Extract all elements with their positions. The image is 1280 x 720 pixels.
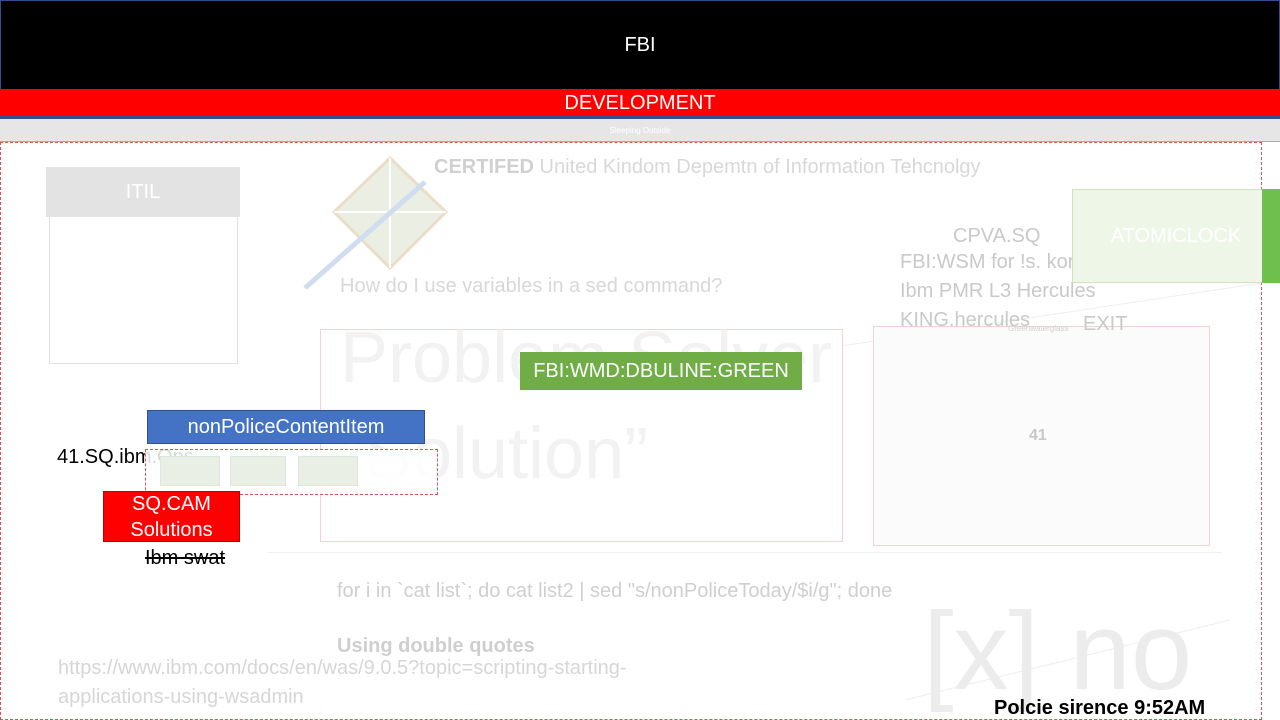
sed-question: How do I use variables in a sed command?: [340, 275, 723, 297]
thumbnail[interactable]: [298, 456, 358, 486]
sqcam-solutions-label: SQ.CAM Solutions: [130, 492, 213, 541]
sed-code-snippet: for i in `cat list`; do cat list2 | sed …: [337, 580, 893, 602]
app-title-bar: FBI: [0, 0, 1280, 90]
thumbnail[interactable]: [160, 456, 220, 486]
wmd-status-badge[interactable]: FBI:WMD:DBULINE:GREEN: [520, 352, 802, 390]
non-police-content-label: nonPoliceContentItem: [187, 415, 385, 438]
panel-number: 41: [1029, 427, 1047, 444]
sub-toolbar-label: Sleeping Outside: [609, 125, 671, 135]
environment-banner: DEVELOPMENT: [0, 90, 1280, 118]
atomic-clock-button[interactable]: ATOMICLOCK: [1072, 189, 1280, 283]
non-police-content-button[interactable]: nonPoliceContentItem: [147, 410, 425, 444]
itil-tab[interactable]: ITIL: [46, 167, 240, 217]
wsm-line: FBI:WSM for !s. korea: [900, 251, 1097, 273]
divider: [268, 552, 1222, 553]
thumbnail[interactable]: [230, 456, 286, 486]
itil-tab-label: ITIL: [125, 180, 161, 203]
ibm-docs-link[interactable]: https://www.ibm.com/docs/en/was/9.0.5?to…: [58, 654, 658, 712]
cpva-label: CPVA.SQ: [953, 225, 1041, 247]
sqcam-solutions-button[interactable]: SQ.CAM Solutions: [103, 491, 240, 542]
thumbnail-strip[interactable]: [145, 449, 438, 495]
wsm-line: Ibm PMR L3 Hercules: [900, 280, 1096, 302]
exit-link[interactable]: EXIT: [1083, 313, 1127, 336]
app-title: FBI: [624, 33, 656, 56]
sub-toolbar: Sleeping Outside: [0, 118, 1280, 142]
certification-rest: United Kindom Depemtn of Information Teh…: [534, 156, 981, 178]
tiny-caption: Greenwaterglass: [1008, 324, 1069, 333]
wmd-status-label: FBI:WMD:DBULINE:GREEN: [533, 359, 789, 382]
xno-watermark: [x] no: [923, 590, 1193, 713]
clock-status: Polcie sirence 9:52AM: [994, 697, 1206, 719]
certification-line: CERTIFED United Kindom Depemtn of Inform…: [434, 156, 981, 179]
certification-bold: CERTIFED: [434, 156, 534, 178]
wsm-lines: FBI:WSM for !s. korea Ibm PMR L3 Hercule…: [900, 248, 1097, 335]
environment-label: DEVELOPMENT: [564, 91, 716, 114]
green-edge-strip: [1262, 189, 1280, 283]
atomic-clock-label: ATOMICLOCK: [1110, 224, 1242, 247]
ibm-swat-label: Ibm swat: [145, 547, 226, 569]
